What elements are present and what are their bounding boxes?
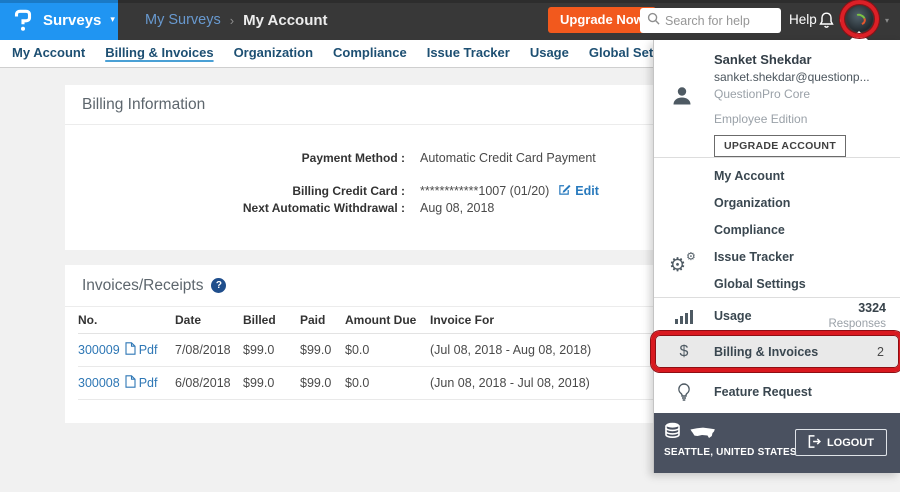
menu-item-my-account[interactable]: My Account <box>654 163 900 190</box>
logout-icon <box>808 435 821 451</box>
invoice-amount-due: $0.0 <box>345 343 430 357</box>
breadcrumb-current: My Account <box>243 12 327 29</box>
pdf-link-label: Pdf <box>139 343 158 357</box>
breadcrumb: My Surveys › My Account <box>145 0 328 40</box>
bar-chart-icon <box>654 309 714 324</box>
usa-map-icon <box>689 424 716 444</box>
column-no: No. <box>78 313 175 327</box>
payment-method-value: Automatic Credit Card Payment <box>420 151 596 165</box>
invoice-date: 7/08/2018 <box>175 343 243 357</box>
pdf-icon <box>125 375 136 391</box>
payment-method-label: Payment Method : <box>65 151 405 165</box>
column-paid: Paid <box>300 313 345 327</box>
edit-card-link[interactable]: Edit <box>558 183 599 199</box>
account-dropdown-panel: Sanket Shekdar sanket.shekdar@questionp.… <box>653 40 900 473</box>
billing-credit-card-label: Billing Credit Card : <box>65 184 405 198</box>
invoice-pdf-link[interactable]: Pdf <box>125 375 158 391</box>
surveys-product-menu[interactable]: Surveys ▾ <box>0 0 118 40</box>
user-edition: Employee Edition <box>714 112 870 126</box>
screen: Surveys ▾ My Surveys › My Account Upgrad… <box>0 0 900 492</box>
menu-item-organization[interactable]: Organization <box>654 190 900 217</box>
tab-usage[interactable]: Usage <box>530 40 569 67</box>
tab-issue-tracker[interactable]: Issue Tracker <box>427 40 510 67</box>
datacenter-location: SEATTLE, UNITED STATES <box>664 447 797 458</box>
usage-unit: Responses <box>828 317 886 331</box>
pdf-icon <box>125 342 136 358</box>
usage-label: Usage <box>714 309 828 323</box>
questionpro-logo-icon <box>12 8 34 32</box>
upgrade-account-button[interactable]: UPGRADE ACCOUNT <box>714 135 846 157</box>
billing-card-title: Billing Information <box>82 96 205 114</box>
invoice-billed: $99.0 <box>243 343 300 357</box>
feature-request-label: Feature Request <box>714 385 900 399</box>
edit-icon <box>558 183 571 199</box>
pdf-link-label: Pdf <box>139 376 158 390</box>
logout-button[interactable]: LOGOUT <box>795 429 887 456</box>
invoices-card-title: Invoices/Receipts <box>82 277 203 295</box>
top-header: Surveys ▾ My Surveys › My Account Upgrad… <box>0 0 900 40</box>
invoice-paid: $99.0 <box>300 376 345 390</box>
menu-item-usage[interactable]: Usage 3324 Responses <box>654 298 900 334</box>
column-date: Date <box>175 313 243 327</box>
invoice-pdf-link[interactable]: Pdf <box>125 342 158 358</box>
invoice-billed: $99.0 <box>243 376 300 390</box>
menu-item-feature-request[interactable]: Feature Request <box>654 372 900 412</box>
breadcrumb-parent[interactable]: My Surveys <box>145 12 221 28</box>
user-email: sanket.shekdar@questionp... <box>714 70 870 84</box>
search-icon <box>647 12 660 30</box>
chevron-down-icon: ▾ <box>885 16 889 25</box>
tab-my-account[interactable]: My Account <box>12 40 85 67</box>
menu-item-billing-invoices[interactable]: $ Billing & Invoices 2 <box>654 334 900 370</box>
invoice-amount-due: $0.0 <box>345 376 430 390</box>
breadcrumb-separator: › <box>230 13 234 28</box>
dollar-icon: $ <box>654 343 714 361</box>
user-name: Sanket Shekdar <box>714 52 870 67</box>
billing-count-badge: 2 <box>877 345 884 359</box>
help-question-badge[interactable]: ? <box>211 278 226 293</box>
invoice-date: 6/08/2018 <box>175 376 243 390</box>
user-icon <box>670 84 694 113</box>
usage-count: 3324 <box>828 301 886 317</box>
bell-icon <box>818 11 835 34</box>
lightbulb-icon <box>654 383 714 402</box>
edit-link-label: Edit <box>575 184 599 198</box>
search-input[interactable] <box>665 14 774 28</box>
user-profile-section: Sanket Shekdar sanket.shekdar@questionp.… <box>654 40 900 158</box>
billing-credit-card-value: ************1007 (01/20) <box>420 184 549 198</box>
help-search-box <box>640 8 781 33</box>
help-link[interactable]: Help <box>789 0 817 40</box>
billing-invoices-label: Billing & Invoices <box>714 345 877 359</box>
column-billed: Billed <box>243 313 300 327</box>
database-icon <box>664 422 681 445</box>
invoice-paid: $99.0 <box>300 343 345 357</box>
tab-billing-invoices[interactable]: Billing & Invoices <box>105 40 213 67</box>
product-menu-label: Surveys <box>43 12 101 29</box>
chevron-down-icon: ▾ <box>110 16 115 25</box>
invoice-number-link[interactable]: 300009 <box>78 343 120 357</box>
window-top-shade <box>0 0 900 3</box>
tab-compliance[interactable]: Compliance <box>333 40 407 67</box>
invoice-number-link[interactable]: 300008 <box>78 376 120 390</box>
gears-icon: ⚙ ⚙ <box>669 250 703 278</box>
account-menu-list: My Account Organization Compliance Issue… <box>654 158 900 298</box>
user-product: QuestionPro Core <box>714 87 870 101</box>
next-withdrawal-label: Next Automatic Withdrawal : <box>65 201 405 215</box>
column-amount-due: Amount Due <box>345 313 430 327</box>
logout-label: LOGOUT <box>827 437 874 449</box>
menu-item-compliance[interactable]: Compliance <box>654 217 900 244</box>
panel-footer: SEATTLE, UNITED STATES LOGOUT <box>654 413 900 473</box>
next-withdrawal-value: Aug 08, 2018 <box>420 201 494 215</box>
avatar-highlight-annotation <box>840 0 879 38</box>
tab-organization[interactable]: Organization <box>234 40 313 67</box>
